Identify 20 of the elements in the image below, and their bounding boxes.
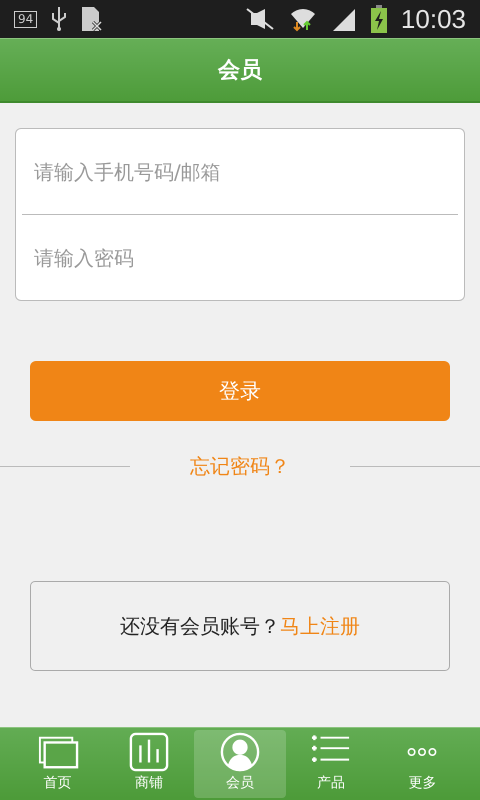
nav-tab[interactable]: 商铺 <box>103 730 194 798</box>
clock-time: 10:03 <box>400 4 466 34</box>
forgot-password-link[interactable]: 忘记密码？ <box>130 453 350 480</box>
account-field[interactable]: 请输入手机号码/邮箱 <box>15 128 465 214</box>
nav-tab[interactable]: 会员 <box>194 730 286 798</box>
signal-icon <box>330 7 357 31</box>
mute-icon <box>244 7 275 31</box>
register-prompt-text: 还没有会员账号？ <box>120 612 280 640</box>
nav-tab[interactable]: 产品 <box>286 730 377 798</box>
page-title: 会员 <box>218 57 262 85</box>
sim-card-icon <box>81 6 104 32</box>
password-field[interactable]: 请输入密码 <box>15 215 465 301</box>
nav-tab[interactable]: 首页 <box>12 730 104 798</box>
battery-level-badge: 94 <box>14 10 38 28</box>
nav-tab[interactable]: 更多 <box>376 730 468 798</box>
usb-icon <box>51 7 68 31</box>
register-link[interactable]: 马上注册 <box>280 612 360 640</box>
battery-icon <box>370 5 387 33</box>
wifi-icon <box>288 6 317 32</box>
login-button[interactable]: 登录 <box>30 361 450 421</box>
